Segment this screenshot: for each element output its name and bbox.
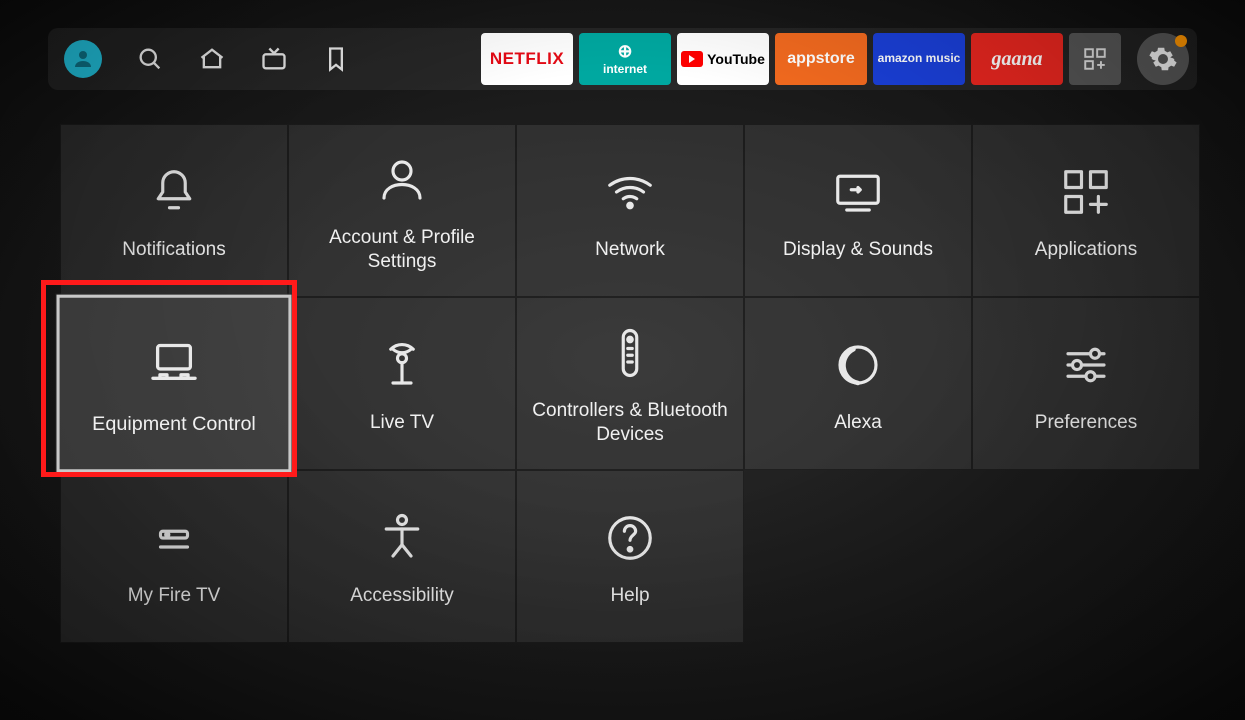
top-nav-bar: NETFLIX ⊕ internet YouTube appstore amaz… <box>48 28 1197 90</box>
person-icon <box>71 47 95 71</box>
search-icon[interactable] <box>136 45 164 73</box>
antenna-icon <box>375 333 429 397</box>
tile-label: Equipment Control <box>92 412 256 437</box>
tile-label: Account & Profile Settings <box>303 226 501 274</box>
settings-tile-live-tv[interactable]: Live TV <box>288 297 516 470</box>
tile-label: Notifications <box>122 238 226 262</box>
settings-tile-my-fire-tv[interactable]: My Fire TV <box>60 470 288 643</box>
nav-left-group <box>56 40 350 78</box>
tile-label: Live TV <box>370 411 434 435</box>
app-youtube[interactable]: YouTube <box>677 33 769 85</box>
youtube-play-icon <box>681 51 703 67</box>
profile-avatar[interactable] <box>64 40 102 78</box>
settings-tile-applications[interactable]: Applications <box>972 124 1200 297</box>
gear-icon <box>1148 44 1178 74</box>
settings-grid: Notifications Account & Profile Settings N… <box>60 124 1200 643</box>
accessibility-icon <box>375 506 429 570</box>
settings-tile-network[interactable]: Network <box>516 124 744 297</box>
tile-label: Display & Sounds <box>783 238 933 262</box>
settings-tile-help[interactable]: Help <box>516 470 744 643</box>
app-netflix[interactable]: NETFLIX <box>481 33 573 85</box>
notification-dot-icon <box>1175 35 1187 47</box>
settings-tile-controllers-bt[interactable]: Controllers & Bluetooth Devices <box>516 297 744 470</box>
globe-icon: ⊕ <box>617 42 632 60</box>
tile-label: My Fire TV <box>128 584 221 608</box>
settings-tile-equipment-control[interactable]: Equipment Control <box>55 294 292 474</box>
app-shortcut-row: NETFLIX ⊕ internet YouTube appstore amaz… <box>481 33 1189 85</box>
app-appstore[interactable]: appstore <box>775 33 867 85</box>
display-icon <box>831 160 885 224</box>
app-internet-label: internet <box>603 62 647 76</box>
settings-tile-account-profile[interactable]: Account & Profile Settings <box>288 124 516 297</box>
alexa-icon <box>831 333 885 397</box>
apps-icon <box>1059 160 1113 224</box>
remote-icon <box>603 321 657 385</box>
person-icon <box>375 148 429 212</box>
tile-label: Accessibility <box>350 584 453 608</box>
tile-label: Alexa <box>834 411 882 435</box>
equipment-icon <box>146 331 202 398</box>
tile-label: Help <box>610 584 649 608</box>
all-apps-button[interactable] <box>1069 33 1121 85</box>
settings-button[interactable] <box>1137 33 1189 85</box>
app-youtube-label: YouTube <box>707 51 765 67</box>
app-grid-icon <box>1082 46 1108 72</box>
tile-label: Applications <box>1035 238 1137 262</box>
bookmark-icon[interactable] <box>322 45 350 73</box>
sliders-icon <box>1059 333 1113 397</box>
settings-tile-accessibility[interactable]: Accessibility <box>288 470 516 643</box>
app-gaana[interactable]: gaana <box>971 33 1063 85</box>
settings-tile-display-sounds[interactable]: Display & Sounds <box>744 124 972 297</box>
live-tv-icon[interactable] <box>260 45 288 73</box>
wifi-icon <box>603 160 657 224</box>
tile-label: Network <box>595 238 665 262</box>
app-amazon-music[interactable]: amazon music <box>873 33 965 85</box>
help-icon <box>603 506 657 570</box>
settings-tile-notifications[interactable]: Notifications <box>60 124 288 297</box>
tile-label: Preferences <box>1035 411 1137 435</box>
bell-icon <box>147 160 201 224</box>
app-internet[interactable]: ⊕ internet <box>579 33 671 85</box>
firetv-icon <box>147 506 201 570</box>
home-icon[interactable] <box>198 45 226 73</box>
tile-label: Controllers & Bluetooth Devices <box>531 399 729 447</box>
settings-tile-preferences[interactable]: Preferences <box>972 297 1200 470</box>
settings-tile-alexa[interactable]: Alexa <box>744 297 972 470</box>
